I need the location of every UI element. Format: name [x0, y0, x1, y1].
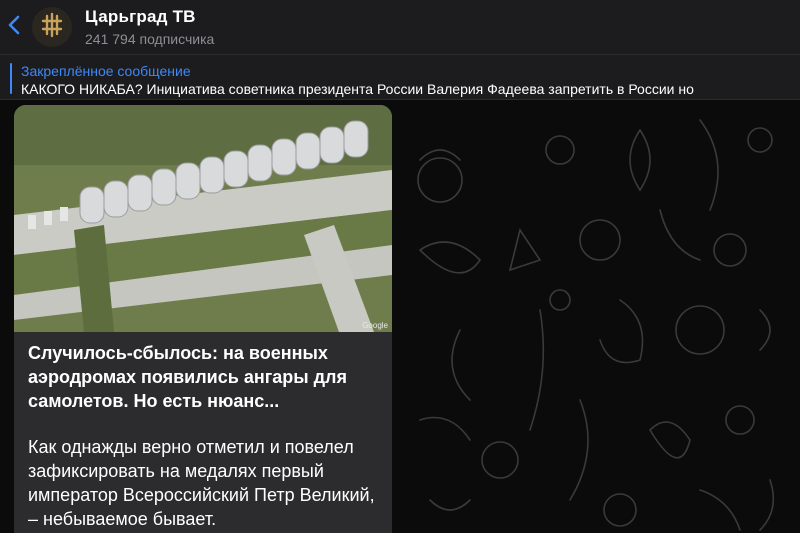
message-body: Как однажды верно отметил и повелел зафи… — [28, 437, 375, 529]
channel-logo-cross-icon — [39, 12, 65, 43]
pinned-message-banner[interactable]: Закреплённое сообщение КАКОГО НИКАБА? Ин… — [0, 54, 800, 100]
pinned-title: Закреплённое сообщение — [21, 63, 191, 79]
channel-info[interactable]: Царьград ТВ 241 794 подписчика — [85, 7, 214, 47]
chat-header: Царьград ТВ 241 794 подписчика — [0, 0, 800, 54]
channel-avatar[interactable] — [32, 7, 72, 47]
back-button[interactable] — [0, 0, 28, 54]
google-watermark: Google — [362, 321, 388, 330]
chevron-left-icon — [8, 15, 20, 40]
pinned-indicator-bar — [10, 63, 12, 94]
channel-title: Царьград ТВ — [85, 7, 196, 26]
subscriber-count: 241 794 подписчика — [85, 31, 215, 47]
message-bubble[interactable]: Google Случилось-сбылось: на военных аэр… — [14, 105, 392, 533]
airfield-satellite-photo[interactable] — [14, 105, 392, 332]
message-heading: Случилось-сбылось: на военных аэродромах… — [28, 343, 347, 411]
pinned-text: КАКОГО НИКАБА? Инициатива советника през… — [21, 81, 694, 97]
